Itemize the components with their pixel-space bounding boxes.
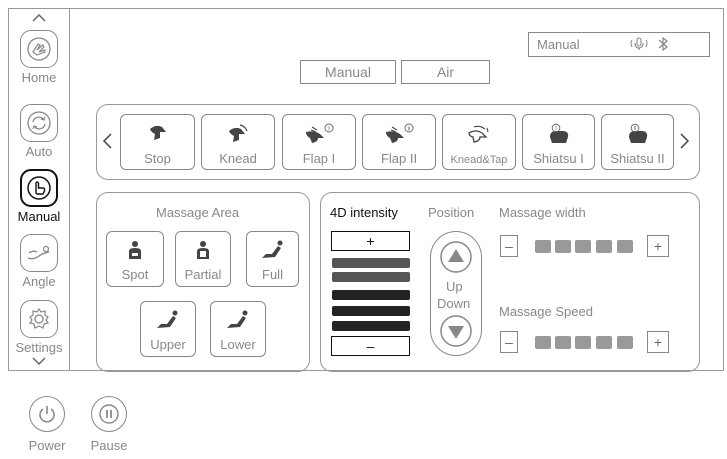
speed-segment xyxy=(596,336,612,349)
pointing-hand-icon xyxy=(20,169,58,207)
scroll-down-icon[interactable] xyxy=(32,357,46,365)
shiatsu-hand-icon: II xyxy=(628,123,647,143)
svg-text:II: II xyxy=(633,126,636,132)
sidebar: Home Auto Manual Angle Settings xyxy=(8,8,70,371)
speed-segment xyxy=(617,336,633,349)
width-segment xyxy=(575,240,591,253)
sidebar-item-label: Manual xyxy=(17,209,61,224)
width-segment xyxy=(535,240,551,253)
area-full-button[interactable]: Full xyxy=(246,231,299,287)
svg-text:II: II xyxy=(407,126,411,132)
power-button[interactable]: Power xyxy=(22,396,72,453)
intensity-level-bar xyxy=(332,306,410,316)
power-label: Power xyxy=(28,438,66,453)
area-spot-button[interactable]: Spot xyxy=(106,231,164,287)
area-upper-button[interactable]: Upper xyxy=(140,301,196,357)
scroll-up-icon[interactable] xyxy=(32,14,46,22)
mode-flap1-button[interactable]: I Flap I xyxy=(282,114,356,170)
intensity-level-bar xyxy=(332,258,410,268)
pause-icon xyxy=(91,396,127,432)
width-segment xyxy=(555,240,571,253)
width-minus-button[interactable]: – xyxy=(500,235,518,257)
status-mode: Manual xyxy=(537,37,580,52)
recline-person-icon xyxy=(227,310,248,328)
position-down-label: Down xyxy=(437,296,471,311)
person-icon xyxy=(129,241,141,259)
flap-hand-icon: I xyxy=(306,123,334,143)
mode-knead-button[interactable]: Knead xyxy=(201,114,275,170)
mode-knead-tap-button[interactable]: Knead&Tap xyxy=(442,114,516,170)
svg-text:I: I xyxy=(328,126,330,132)
width-title: Massage width xyxy=(499,205,586,220)
speed-segment xyxy=(555,336,571,349)
speed-minus-button[interactable]: – xyxy=(500,331,518,353)
tab-air[interactable]: Air xyxy=(401,60,490,84)
sidebar-item-settings[interactable]: Settings xyxy=(8,300,70,355)
intensity-minus-button[interactable]: – xyxy=(331,336,410,356)
mode-stop-button[interactable]: Stop xyxy=(120,114,195,170)
sidebar-item-label: Angle xyxy=(22,274,56,289)
width-segment xyxy=(596,240,612,253)
width-segment xyxy=(617,240,633,253)
speed-title: Massage Speed xyxy=(499,304,593,319)
pause-label: Pause xyxy=(90,438,128,453)
recline-person-icon xyxy=(157,310,178,328)
status-box: Manual xyxy=(528,32,710,57)
sidebar-item-label: Auto xyxy=(25,144,53,159)
hand-icon xyxy=(20,30,58,68)
position-up-button[interactable] xyxy=(439,240,473,274)
massage-area-title: Massage Area xyxy=(156,205,240,220)
speed-plus-button[interactable]: + xyxy=(647,331,669,353)
mode-prev-icon[interactable] xyxy=(103,133,112,149)
recline-person-icon xyxy=(261,240,282,258)
person-icon xyxy=(197,241,209,259)
knead-hand-icon xyxy=(229,124,248,142)
area-partial-button[interactable]: Partial xyxy=(175,231,231,287)
recline-icon xyxy=(20,234,58,272)
position-up-label: Up xyxy=(446,279,463,294)
mode-flap2-button[interactable]: II Flap II xyxy=(362,114,436,170)
sidebar-item-auto[interactable]: Auto xyxy=(8,104,70,159)
mode-shiatsu2-button[interactable]: II Shiatsu II xyxy=(601,114,674,170)
intensity-level-bar xyxy=(332,272,410,282)
sidebar-item-manual[interactable]: Manual xyxy=(8,169,70,224)
stop-hand-icon xyxy=(149,125,166,140)
refresh-icon xyxy=(20,104,58,142)
tab-manual[interactable]: Manual xyxy=(300,60,396,84)
power-icon xyxy=(29,396,65,432)
intensity-plus-button[interactable]: + xyxy=(331,231,410,251)
sidebar-item-home[interactable]: Home xyxy=(8,30,70,85)
sidebar-item-label: Settings xyxy=(15,340,63,355)
intensity-level-bar xyxy=(332,321,410,331)
bluetooth-icon xyxy=(657,36,669,52)
knead-tap-hand-icon xyxy=(468,125,489,143)
sidebar-item-label: Home xyxy=(21,70,57,85)
shiatsu-hand-icon: I xyxy=(549,123,568,143)
position-down-button[interactable] xyxy=(439,314,473,348)
mode-shiatsu1-button[interactable]: I Shiatsu I xyxy=(522,114,595,170)
voice-icon xyxy=(629,37,649,51)
area-lower-button[interactable]: Lower xyxy=(210,301,266,357)
intensity-level-bar xyxy=(332,290,410,300)
position-title: Position xyxy=(428,205,475,220)
flap-hand-icon: II xyxy=(386,123,414,143)
pause-button[interactable]: Pause xyxy=(84,396,134,453)
intensity-title: 4D intensity xyxy=(330,205,398,220)
mode-next-icon[interactable] xyxy=(680,133,689,149)
width-plus-button[interactable]: + xyxy=(647,235,669,257)
sidebar-item-angle[interactable]: Angle xyxy=(8,234,70,289)
speed-segment xyxy=(575,336,591,349)
gear-icon xyxy=(20,300,58,338)
speed-segment xyxy=(535,336,551,349)
